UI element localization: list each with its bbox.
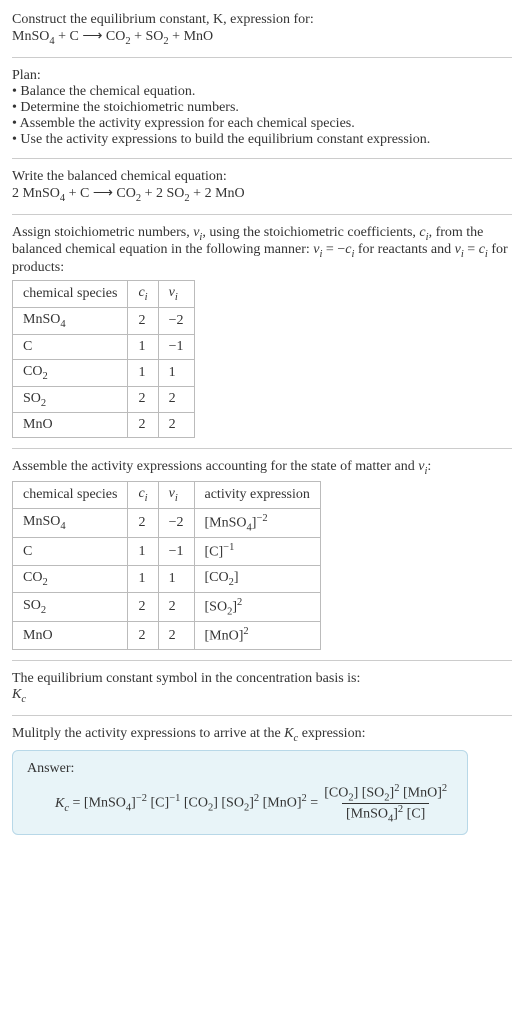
table-row: chemical species ci νi — [13, 281, 195, 308]
cell-vi: −1 — [158, 334, 194, 359]
intro-line1: Construct the equilibrium constant, K, e… — [12, 12, 512, 28]
multiply-block: Mulitply the activity expressions to arr… — [12, 726, 512, 836]
cell-species: SO2 — [13, 386, 128, 413]
col-vi: νi — [158, 281, 194, 308]
table-row: chemical species ci νi activity expressi… — [13, 482, 321, 509]
divider — [12, 214, 512, 215]
eqconst-intro: The equilibrium constant symbol in the c… — [12, 671, 512, 687]
cell-vi: 2 — [158, 413, 194, 438]
cell-species: CO2 — [13, 359, 128, 386]
cell-ci: 2 — [128, 622, 158, 650]
table-row: MnO22 — [13, 413, 195, 438]
balanced-block: Write the balanced chemical equation: 2 … — [12, 169, 512, 204]
cell-ci: 1 — [128, 334, 158, 359]
plan-item: Assemble the activity expression for eac… — [12, 116, 512, 132]
intro-block: Construct the equilibrium constant, K, e… — [12, 12, 512, 47]
table-row: SO222 — [13, 386, 195, 413]
col-ci: ci — [128, 482, 158, 509]
divider — [12, 715, 512, 716]
answer-fraction: [CO2] [SO2]2 [MnO]2 [MnSO4]2 [C] — [320, 783, 451, 825]
answer-lhs: Kc = [MnSO4]−2 [C]−1 [CO2] [SO2]2 [MnO]2… — [55, 793, 318, 813]
divider — [12, 158, 512, 159]
stoich-intro: Assign stoichiometric numbers, νi, using… — [12, 225, 512, 277]
col-species: chemical species — [13, 482, 128, 509]
plan-block: Plan: Balance the chemical equation. Det… — [12, 68, 512, 148]
cell-vi: 1 — [158, 359, 194, 386]
table-row: MnSO42−2 — [13, 307, 195, 334]
eqconst-symbol: Kc — [12, 687, 512, 705]
divider — [12, 448, 512, 449]
table-row: SO222[SO2]2 — [13, 592, 321, 621]
table-row: C1−1 — [13, 334, 195, 359]
cell-species: MnO — [13, 413, 128, 438]
plan-item: Determine the stoichiometric numbers. — [12, 100, 512, 116]
table-row: C1−1[C]−1 — [13, 538, 321, 566]
plan-item: Use the activity expressions to build th… — [12, 132, 512, 148]
cell-vi: −2 — [158, 307, 194, 334]
answer-expression: Kc = [MnSO4]−2 [C]−1 [CO2] [SO2]2 [MnO]2… — [27, 783, 453, 825]
answer-box: Answer: Kc = [MnSO4]−2 [C]−1 [CO2] [SO2]… — [12, 750, 468, 836]
col-vi: νi — [158, 482, 194, 509]
divider — [12, 660, 512, 661]
plan-title: Plan: — [12, 68, 512, 84]
cell-vi: 2 — [158, 386, 194, 413]
cell-species: MnSO4 — [13, 307, 128, 334]
stoich-table: chemical species ci νi MnSO42−2 C1−1 CO2… — [12, 280, 195, 438]
activity-table: chemical species ci νi activity expressi… — [12, 481, 321, 650]
cell-ci: 2 — [128, 592, 158, 621]
balanced-equation: 2 MnSO4 + C ⟶ CO2 + 2 SO2 + 2 MnO — [12, 185, 512, 204]
stoich-block: Assign stoichiometric numbers, νi, using… — [12, 225, 512, 439]
cell-ci: 2 — [128, 508, 158, 537]
col-species: chemical species — [13, 281, 128, 308]
balanced-intro: Write the balanced chemical equation: — [12, 169, 512, 185]
cell-ci: 2 — [128, 413, 158, 438]
cell-vi: −2 — [158, 508, 194, 537]
cell-species: MnO — [13, 622, 128, 650]
fraction-denominator: [MnSO4]2 [C] — [342, 803, 429, 824]
plan-item: Balance the chemical equation. — [12, 84, 512, 100]
cell-activity: [MnO]2 — [194, 622, 320, 650]
cell-activity: [C]−1 — [194, 538, 320, 566]
cell-species: SO2 — [13, 592, 128, 621]
cell-activity: [CO2] — [194, 566, 320, 593]
cell-ci: 2 — [128, 386, 158, 413]
col-activity: activity expression — [194, 482, 320, 509]
cell-vi: −1 — [158, 538, 194, 566]
cell-activity: [MnSO4]−2 — [194, 508, 320, 537]
cell-vi: 2 — [158, 622, 194, 650]
cell-activity: [SO2]2 — [194, 592, 320, 621]
cell-ci: 2 — [128, 307, 158, 334]
table-row: CO211[CO2] — [13, 566, 321, 593]
divider — [12, 57, 512, 58]
cell-species: CO2 — [13, 566, 128, 593]
cell-vi: 2 — [158, 592, 194, 621]
intro-equation: MnSO4 + C ⟶ CO2 + SO2 + MnO — [12, 28, 512, 47]
table-row: MnSO42−2[MnSO4]−2 — [13, 508, 321, 537]
cell-species: C — [13, 538, 128, 566]
activity-block: Assemble the activity expressions accoun… — [12, 459, 512, 650]
plan-list: Balance the chemical equation. Determine… — [12, 84, 512, 148]
activity-intro: Assemble the activity expressions accoun… — [12, 459, 512, 477]
cell-vi: 1 — [158, 566, 194, 593]
fraction-numerator: [CO2] [SO2]2 [MnO]2 — [320, 783, 451, 803]
cell-species: C — [13, 334, 128, 359]
multiply-intro: Mulitply the activity expressions to arr… — [12, 726, 512, 744]
table-row: CO211 — [13, 359, 195, 386]
eqconst-block: The equilibrium constant symbol in the c… — [12, 671, 512, 705]
answer-label: Answer: — [27, 761, 453, 777]
cell-ci: 1 — [128, 359, 158, 386]
table-row: MnO22[MnO]2 — [13, 622, 321, 650]
col-ci: ci — [128, 281, 158, 308]
cell-ci: 1 — [128, 538, 158, 566]
cell-ci: 1 — [128, 566, 158, 593]
cell-species: MnSO4 — [13, 508, 128, 537]
